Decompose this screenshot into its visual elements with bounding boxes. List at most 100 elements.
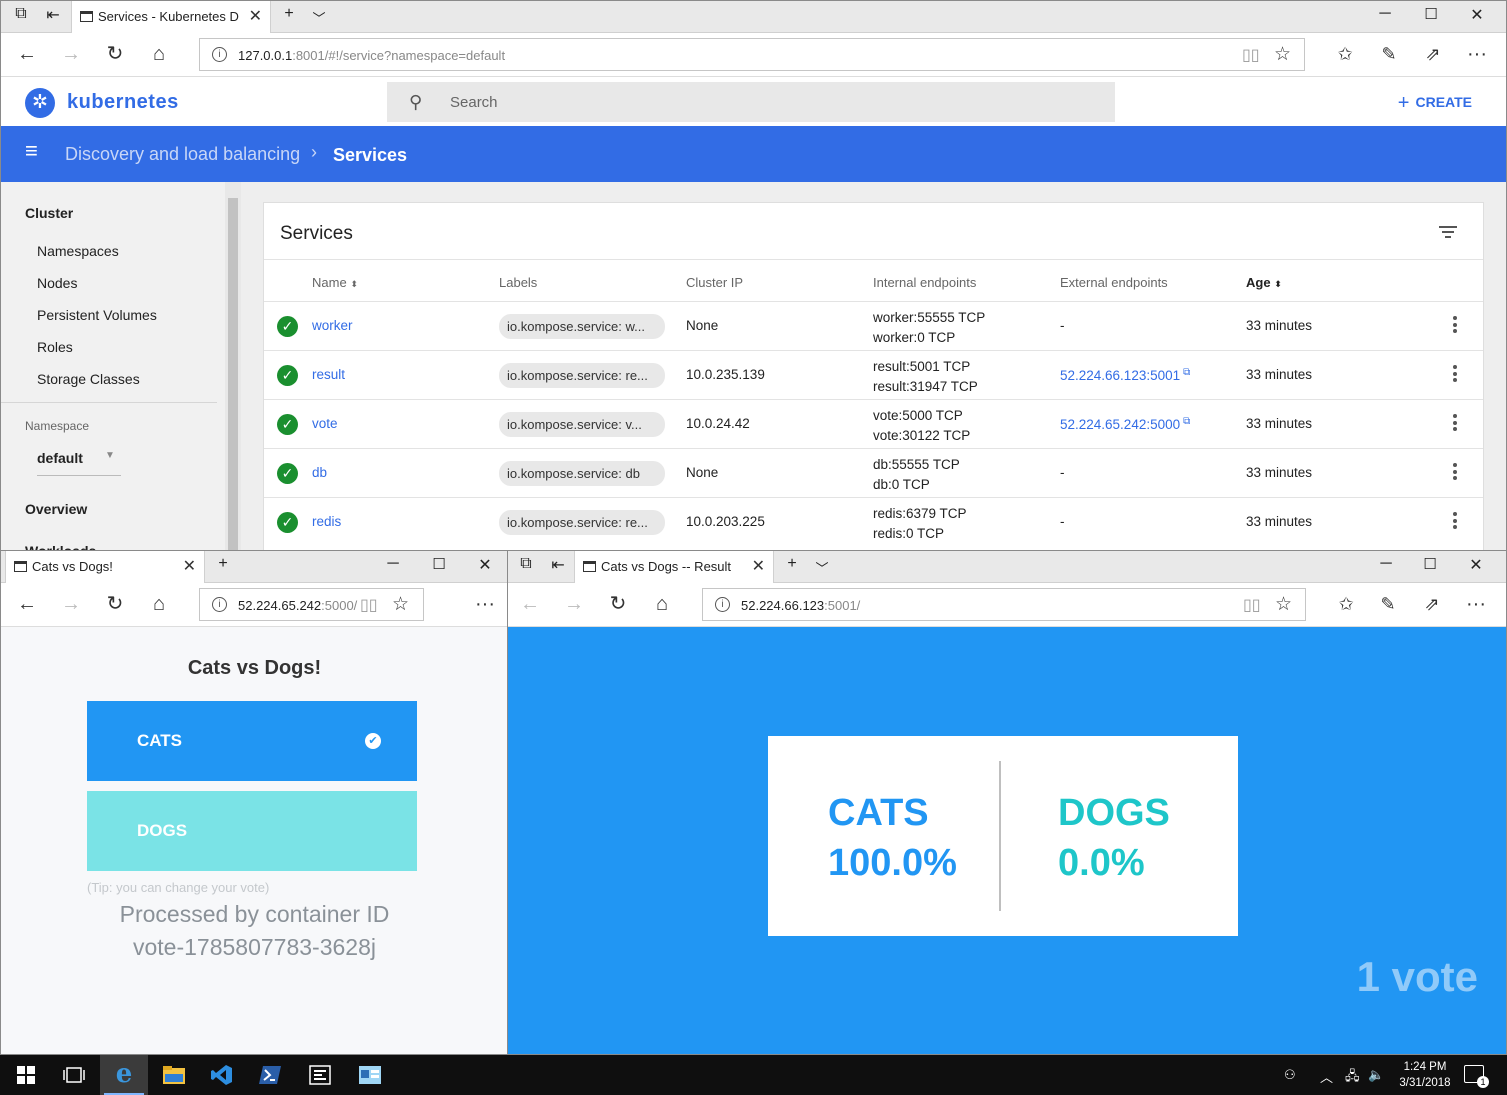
favorite-star-icon[interactable]: ☆ [1275,593,1292,616]
sort-icon[interactable]: ⬍ [1274,279,1282,289]
sidebar-overview[interactable]: Overview [25,501,87,517]
back-icon[interactable]: ← [13,593,41,615]
reading-view-icon[interactable]: ▯▯ [1243,595,1261,615]
new-tab-icon[interactable]: + [211,555,235,573]
service-name-link[interactable]: redis [312,514,341,529]
home-icon[interactable]: ⌂ [145,43,173,65]
minimize-icon[interactable]: ─ [1373,5,1397,23]
external-endpoint-link[interactable]: 52.224.65.242:5000 ⧉ [1060,416,1190,432]
edge-icon[interactable]: e [100,1055,148,1095]
tab-preview-icon[interactable]: ⇤ [41,5,65,25]
file-explorer-icon[interactable] [150,1055,198,1095]
sidebar-item-storage-classes[interactable]: Storage Classes [37,371,140,387]
row-menu-icon[interactable] [1453,414,1457,434]
service-name-link[interactable]: result [312,367,345,382]
notification-center-icon[interactable]: 1 [1464,1065,1489,1088]
favorite-star-icon[interactable]: ☆ [1274,43,1291,66]
service-name-link[interactable]: worker [312,318,353,333]
row-menu-icon[interactable] [1453,463,1457,483]
info-icon[interactable]: i [212,597,227,612]
vote-cats-button[interactable]: CATS ✔ [87,701,417,781]
close-window-icon[interactable]: ✕ [1464,555,1488,575]
filter-icon[interactable] [1439,223,1457,241]
row-menu-icon[interactable] [1453,316,1457,336]
more-menu-icon[interactable]: ··· [1463,43,1491,65]
forward-icon[interactable]: → [57,43,85,65]
reading-view-icon[interactable]: ▯▯ [1242,45,1260,65]
refresh-icon[interactable]: ↻ [101,43,129,65]
column-name[interactable]: Name ⬍ [312,275,358,290]
label-chip[interactable]: io.kompose.service: re... [499,510,665,535]
volume-muted-icon[interactable]: 🔈 [1368,1067,1384,1083]
info-icon[interactable]: i [212,47,227,62]
vscode-icon[interactable] [198,1055,246,1095]
close-window-icon[interactable]: ✕ [1465,5,1489,25]
sidebar-item-namespaces[interactable]: Namespaces [37,243,119,259]
reading-view-icon[interactable]: ▯▯ [360,595,378,615]
k8s-tab[interactable]: Services - Kubernetes D ✕ [71,1,271,33]
task-view-icon[interactable] [50,1055,98,1095]
new-tab-icon[interactable]: + [277,5,301,23]
new-tab-icon[interactable]: + [780,555,804,573]
sidebar-item-persistent-volumes[interactable]: Persistent Volumes [37,307,157,323]
back-icon[interactable]: ← [13,43,41,65]
column-age[interactable]: Age ⬍ [1246,275,1282,290]
row-menu-icon[interactable] [1453,512,1457,532]
label-chip[interactable]: io.kompose.service: w... [499,314,665,339]
sidebar-item-roles[interactable]: Roles [37,339,73,355]
sidebar-cluster-heading[interactable]: Cluster [25,205,73,221]
favorites-hub-icon[interactable]: ✩ [1332,593,1360,615]
minimize-icon[interactable]: ─ [381,555,405,573]
share-icon[interactable]: ⇗ [1419,43,1447,65]
service-name-link[interactable]: vote [312,416,338,431]
more-menu-icon[interactable]: ··· [471,593,499,615]
notes-pen-icon[interactable]: ✎ [1375,43,1403,65]
minimize-icon[interactable]: ─ [1374,555,1398,573]
back-icon[interactable]: ← [516,593,544,615]
kubernetes-logo-icon[interactable]: ✲ [25,88,55,118]
tab-set-aside-icon[interactable]: ⧉ [9,5,33,23]
tab-preview-icon[interactable]: ⇤ [546,555,570,575]
share-icon[interactable]: ⇗ [1418,593,1446,615]
favorites-hub-icon[interactable]: ✩ [1331,43,1359,65]
label-chip[interactable]: io.kompose.service: db [499,461,665,486]
more-menu-icon[interactable]: ··· [1462,593,1490,615]
favorite-star-icon[interactable]: ☆ [392,593,409,616]
close-window-icon[interactable]: ✕ [473,555,497,575]
result-tab[interactable]: Cats vs Dogs -- Result ✕ [574,551,774,583]
home-icon[interactable]: ⌂ [145,593,173,615]
taskbar-clock[interactable]: 1:24 PM 3/31/2018 [1395,1059,1455,1091]
k8s-address-bar[interactable]: i 127.0.0.1:8001/#!/service?namespace=de… [199,38,1305,71]
forward-icon[interactable]: → [560,593,588,615]
label-chip[interactable]: io.kompose.service: v... [499,412,665,437]
row-menu-icon[interactable] [1453,365,1457,385]
tab-set-aside-icon[interactable]: ⧉ [514,555,538,573]
close-tab-icon[interactable]: ✕ [249,6,262,26]
external-endpoint-link[interactable]: 52.224.66.123:5001 ⧉ [1060,367,1190,383]
forward-icon[interactable]: → [57,593,85,615]
info-icon[interactable]: i [715,597,730,612]
maximize-icon[interactable]: ☐ [1419,5,1443,23]
terminal-icon[interactable] [296,1055,344,1095]
breadcrumb-parent[interactable]: Discovery and load balancing [65,144,300,165]
home-icon[interactable]: ⌂ [648,593,676,615]
vote-tab[interactable]: Cats vs Dogs! ✕ [5,551,205,583]
tray-chevron-icon[interactable]: ︿ [1320,1067,1333,1086]
tab-list-chevron-icon[interactable]: ﹀ [810,558,834,577]
k8s-search-input[interactable]: ⚲ Search [387,82,1115,122]
maximize-icon[interactable]: ☐ [427,555,451,573]
powershell-icon[interactable] [246,1055,294,1095]
maximize-icon[interactable]: ☐ [1418,555,1442,573]
notes-pen-icon[interactable]: ✎ [1374,593,1402,615]
label-chip[interactable]: io.kompose.service: re... [499,363,665,388]
close-tab-icon[interactable]: ✕ [752,556,765,576]
sort-icon[interactable]: ⬍ [350,279,358,289]
vote-dogs-button[interactable]: DOGS [87,791,417,871]
refresh-icon[interactable]: ↻ [604,593,632,615]
sidebar-item-nodes[interactable]: Nodes [37,275,77,291]
sidebar-scrollbar-thumb[interactable] [228,198,238,550]
namespace-select[interactable]: default ▼ [37,450,121,476]
app-icon[interactable] [346,1055,394,1095]
close-tab-icon[interactable]: ✕ [183,556,196,576]
create-button[interactable]: + CREATE [1398,92,1472,115]
